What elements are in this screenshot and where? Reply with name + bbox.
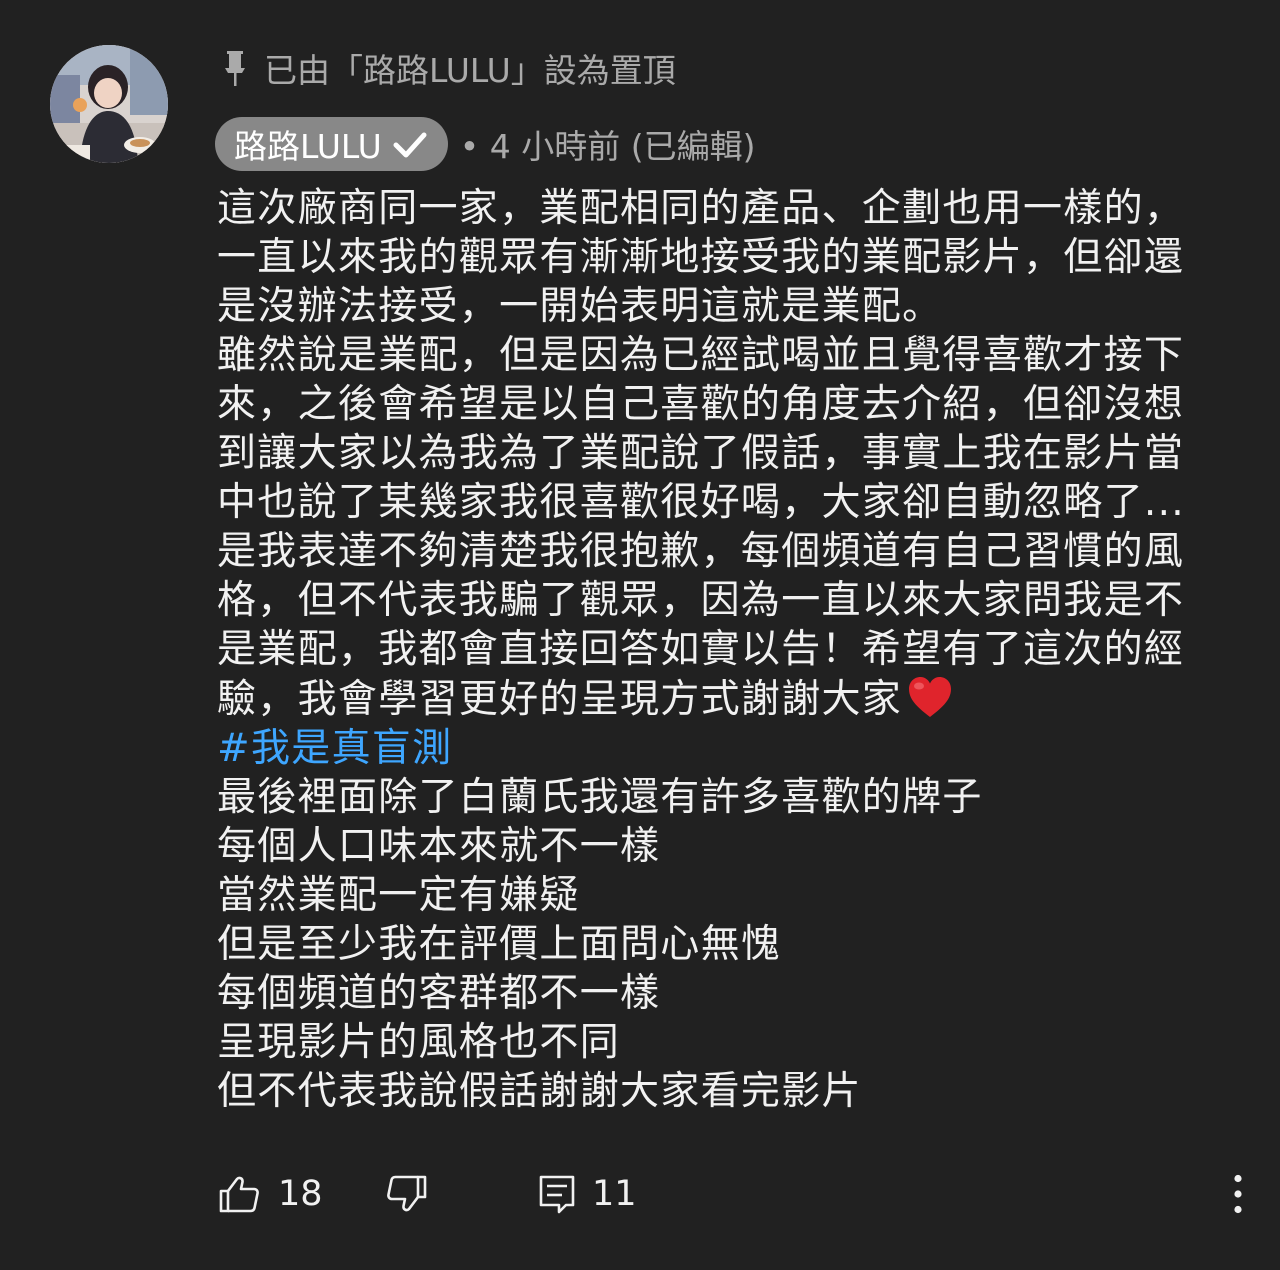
checkmark-icon [393,132,427,158]
timestamp: • 4 小時前 (已編輯) [459,127,756,166]
body-line: 每個頻道的客群都不一樣 [217,971,661,1016]
author-name: 路路LULU [234,127,382,166]
pinned-label: 已由「路路LULU」設為置頂 [218,44,676,92]
body-line: 是沒辦法接受，一開始表明這就是業配。 [217,284,943,329]
body-line: 中也說了某幾家我很喜歡很好喝，大家卻自動忽略了... [217,480,1185,525]
pin-icon [225,51,245,86]
body-line: 但不代表我說假話謝謝大家看完影片 [217,1069,862,1114]
body-line: 雖然說是業配，但是因為已經試喝並且覺得喜歡才接下 [217,333,1185,378]
body-line: 呈現影片的風格也不同 [217,1020,621,1065]
body-line: 最後裡面除了白蘭氏我還有許多喜歡的牌子 [217,775,983,820]
comment-body: 這次廠商同一家，業配相同的產品、企劃也用一樣的， 一直以來我的觀眾有漸漸地接受我… [217,184,1227,1116]
heart-icon [909,677,952,717]
comment-actions: 18 11 [218,1168,1248,1220]
body-line: 來，之後會希望是以自己喜歡的角度去介紹，但卻沒想 [217,382,1185,427]
dislike-button[interactable] [386,1168,428,1220]
reply-button[interactable]: 11 [538,1168,637,1220]
more-vertical-icon[interactable] [1228,1174,1248,1214]
body-line: 到讓大家以為我為了業配說了假話，事實上我在影片當 [217,431,1185,476]
pinned-comment: 已由「路路LULU」設為置頂 路路LULU • 4 小時前 (已編輯) 這次廠商… [0,0,1280,1270]
body-line: 每個人口味本來就不一樣 [217,824,661,869]
body-line: 但是至少我在評價上面問心無愧 [217,922,782,967]
thumbs-down-icon [387,1175,427,1212]
reply-count: 11 [592,1174,637,1214]
body-line: 格，但不代表我騙了觀眾，因為一直以來大家問我是不 [217,578,1185,623]
author-badge[interactable]: 路路LULU [215,117,448,171]
hashtag-link[interactable]: #我是真盲測 [217,724,1227,773]
pinned-text: 已由「路路LULU」設為置頂 [264,51,676,90]
comment-header: 路路LULU • 4 小時前 (已編輯) [215,117,755,171]
body-line-with-heart: 驗，我會學習更好的呈現方式謝謝大家 [217,674,1227,724]
body-line: 驗，我會學習更好的呈現方式謝謝大家 [217,677,903,722]
avatar-photo [50,45,168,163]
reply-icon [539,1175,575,1214]
like-count: 18 [278,1174,323,1214]
avatar[interactable] [50,45,168,163]
thumbs-up-icon [219,1176,259,1213]
body-line: 是業配，我都會直接回答如實以告！希望有了這次的經 [217,627,1185,672]
body-line: 這次廠商同一家，業配相同的產品、企劃也用一樣的， [217,186,1185,231]
body-line: 當然業配一定有嫌疑 [217,873,580,918]
body-line: 一直以來我的觀眾有漸漸地接受我的業配影片，但卻還 [217,235,1185,280]
body-line: 是我表達不夠清楚我很抱歉，每個頻道有自己習慣的風 [217,529,1185,574]
like-button[interactable]: 18 [218,1168,323,1220]
